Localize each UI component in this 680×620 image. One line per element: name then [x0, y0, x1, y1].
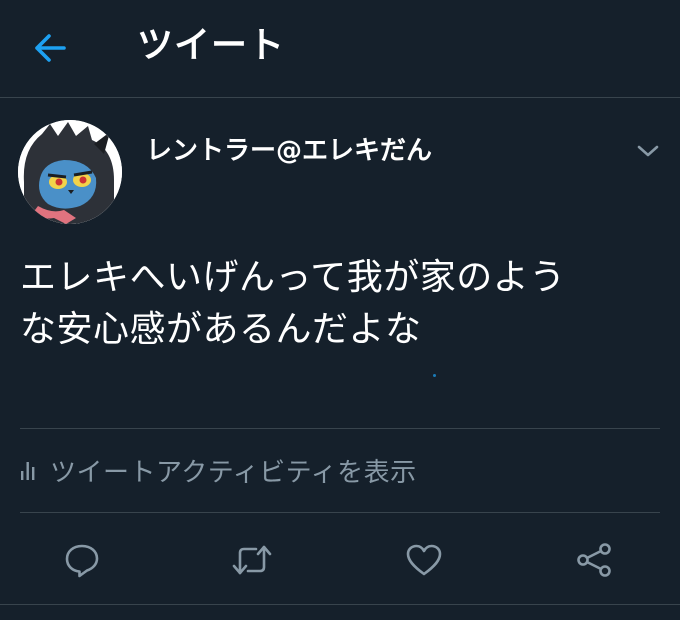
speech-bubble-icon: [65, 544, 99, 578]
like-button[interactable]: [400, 538, 448, 582]
reply-button[interactable]: [58, 538, 106, 582]
back-button[interactable]: [28, 28, 72, 68]
divider: [0, 604, 680, 605]
activity-label: ツイートアクティビティを表示: [50, 457, 417, 488]
luxray-avatar-image: [18, 120, 122, 224]
view-tweet-activity-link[interactable]: ツイートアクティビティを表示: [20, 442, 417, 498]
tweet-text: エレキへいげんって我が家のよう な安心感があるんだよな: [20, 257, 566, 350]
chevron-down-icon: [637, 145, 659, 157]
decorative-dot: [433, 374, 436, 377]
tweet-detail-page: ツイート レントラー@エレキだん エレキへいげんって我が家のよう な安心感がある…: [0, 0, 680, 620]
heart-icon: [406, 544, 442, 576]
bar-chart-icon: [21, 462, 35, 480]
top-bar: ツイート: [0, 0, 680, 98]
share-button[interactable]: [570, 538, 618, 582]
retweet-icon: [232, 545, 272, 575]
display-name[interactable]: レントラー@エレキだん: [146, 133, 432, 169]
divider: [20, 512, 660, 513]
page-title: ツイート: [137, 25, 286, 66]
avatar[interactable]: [18, 120, 122, 224]
share-icon: [577, 543, 611, 577]
tweet-actions: [0, 530, 680, 590]
divider: [20, 428, 660, 429]
retweet-button[interactable]: [228, 538, 276, 582]
tweet-menu-button[interactable]: [630, 135, 666, 167]
arrow-left-icon: [35, 34, 66, 62]
